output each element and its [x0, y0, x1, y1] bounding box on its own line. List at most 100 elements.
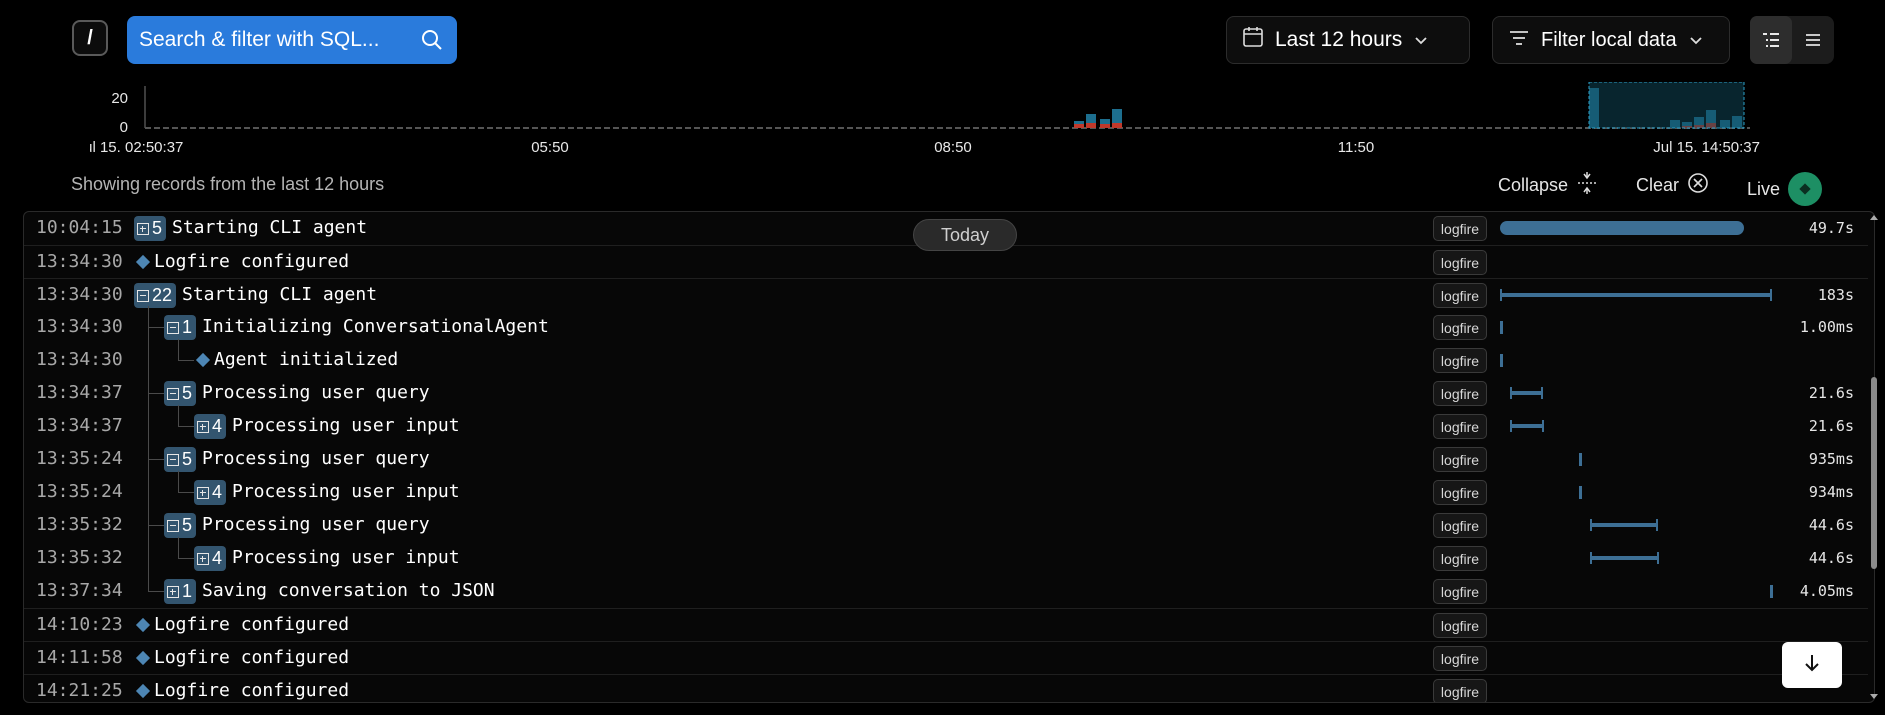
- record-timestamp: 13:34:30: [36, 251, 123, 272]
- expand-badge[interactable]: 5: [164, 447, 197, 472]
- expand-badge[interactable]: 1: [164, 315, 197, 340]
- record-timestamp: 13:34:37: [36, 382, 123, 403]
- record-row[interactable]: 13:35:32 5 Processing user query logfire 44.…: [24, 509, 1868, 542]
- service-tag: logfire: [1433, 414, 1487, 439]
- time-range-select[interactable]: Last 12 hours: [1226, 16, 1470, 64]
- record-duration: 1.00ms: [1799, 318, 1854, 336]
- record-row[interactable]: 13:34:30 22 Starting CLI agent logfire 183s: [24, 278, 1868, 312]
- collapse-button[interactable]: Collapse: [1498, 172, 1598, 199]
- hist-selection[interactable]: [1588, 82, 1745, 129]
- service-tag: logfire: [1433, 348, 1487, 373]
- record-row[interactable]: 13:35:24 5 Processing user query logfire 935…: [24, 443, 1868, 476]
- child-count: 1: [182, 317, 193, 337]
- log-event-icon: [135, 650, 151, 666]
- collapse-icon: [1576, 172, 1598, 199]
- child-count: 1: [182, 581, 193, 601]
- hist-x-tick: 11:50: [1338, 139, 1374, 156]
- expand-icon: [137, 222, 149, 235]
- record-duration: 4.05ms: [1799, 582, 1854, 600]
- record-timestamp: 14:21:25: [36, 680, 123, 701]
- hist-x-tick: 08:50: [934, 139, 972, 156]
- live-toggle[interactable]: Live: [1747, 172, 1823, 206]
- record-message: Processing user query: [202, 514, 430, 535]
- expand-badge[interactable]: 4: [194, 546, 227, 571]
- service-tag: logfire: [1433, 646, 1487, 671]
- record-histogram[interactable]: 20 0 Jul 15. 02:50:37 05:50 08:50 11:50 …: [90, 82, 1850, 162]
- record-timestamp: 13:34:37: [36, 415, 123, 436]
- record-timestamp: 13:34:30: [36, 316, 123, 337]
- close-circle-icon: [1687, 172, 1709, 199]
- record-duration: 935ms: [1808, 450, 1854, 468]
- expand-icon: [167, 585, 179, 598]
- search-placeholder: Search & filter with SQL...: [139, 28, 380, 51]
- record-message: Processing user query: [202, 382, 430, 403]
- child-count: 5: [182, 515, 193, 535]
- span-duration-bar: [1579, 486, 1582, 499]
- hist-bar-error: [1112, 123, 1122, 128]
- chevron-down-icon: [1414, 28, 1428, 52]
- records-range-text: Showing records from the last 12 hours: [71, 174, 385, 194]
- record-row[interactable]: 13:34:30 Agent initialized logfire: [24, 344, 1868, 377]
- record-row[interactable]: 14:10:23 Logfire configured logfire: [24, 608, 1868, 642]
- hist-x-tick: Jul 15. 14:50:37: [1653, 139, 1760, 156]
- list-view-icon[interactable]: [1792, 16, 1834, 64]
- expand-badge[interactable]: 5: [134, 216, 167, 241]
- hist-x-tick: Jul 15. 02:50:37: [90, 139, 183, 156]
- time-range-label: Last 12 hours: [1275, 28, 1403, 51]
- record-duration: 44.6s: [1808, 549, 1854, 567]
- expand-badge[interactable]: 1: [164, 579, 197, 604]
- filter-button[interactable]: Filter local data: [1492, 16, 1730, 64]
- record-message: Processing user input: [232, 547, 460, 568]
- span-duration-bar: [1590, 552, 1659, 564]
- expand-badge[interactable]: 5: [164, 381, 197, 406]
- tree-view-icon[interactable]: [1750, 16, 1792, 64]
- span-duration-bar: [1510, 420, 1544, 432]
- record-duration: 21.6s: [1808, 384, 1854, 402]
- record-duration: 934ms: [1808, 483, 1854, 501]
- search-input[interactable]: Search & filter with SQL...: [127, 16, 457, 64]
- service-tag: logfire: [1433, 283, 1487, 308]
- arrow-down-icon: [1802, 653, 1822, 678]
- live-label: Live: [1747, 178, 1781, 199]
- keyboard-shortcut-button[interactable]: /: [72, 20, 108, 56]
- tree-connector: [178, 360, 194, 361]
- tree-connector: [148, 459, 164, 460]
- record-row[interactable]: 13:34:30 1 Initializing ConversationalAgen…: [24, 311, 1868, 344]
- collapse-icon: [167, 453, 179, 466]
- service-tag: logfire: [1433, 381, 1487, 406]
- search-icon[interactable]: [419, 27, 445, 53]
- clear-button[interactable]: Clear: [1636, 172, 1709, 199]
- child-count: 4: [212, 482, 223, 502]
- today-divider-badge: Today: [913, 219, 1017, 251]
- expand-icon: [197, 486, 209, 499]
- record-row[interactable]: 14:11:58 Logfire configured logfire: [24, 641, 1868, 675]
- log-event-icon: [195, 352, 211, 368]
- expand-badge[interactable]: 4: [194, 414, 227, 439]
- tree-connector: [178, 537, 179, 558]
- scroll-to-bottom-button[interactable]: [1782, 642, 1842, 688]
- record-message: Saving conversation to JSON: [202, 580, 495, 601]
- child-count: 5: [182, 449, 193, 469]
- record-duration: 44.6s: [1808, 516, 1854, 534]
- span-duration-bar: [1590, 519, 1658, 531]
- record-row[interactable]: 13:35:24 4 Processing user input logfire 934…: [24, 476, 1868, 509]
- expand-badge[interactable]: 22: [134, 283, 177, 308]
- record-timestamp: 13:35:32: [36, 514, 123, 535]
- expand-badge[interactable]: 5: [164, 513, 197, 538]
- scrollbar-thumb[interactable]: [1871, 377, 1877, 569]
- collapse-icon: [137, 289, 149, 302]
- record-row[interactable]: 13:35:32 4 Processing user input logfire 44.…: [24, 542, 1868, 575]
- record-row[interactable]: 13:37:34 1 Saving conversation to JSON logf…: [24, 575, 1868, 608]
- expand-badge[interactable]: 4: [194, 480, 227, 505]
- tree-connector: [178, 492, 194, 493]
- service-tag: logfire: [1433, 480, 1487, 505]
- record-row[interactable]: 13:34:37 5 Processing user query logfire 21.…: [24, 377, 1868, 410]
- tree-connector: [178, 339, 179, 360]
- record-row[interactable]: 14:21:25 Logfire configured logfire: [24, 674, 1868, 702]
- tree-connector: [148, 591, 164, 592]
- scrollbar[interactable]: [1868, 212, 1880, 702]
- record-timestamp: 13:35:24: [36, 448, 123, 469]
- record-row[interactable]: 13:34:37 4 Processing user input logfire 21.…: [24, 410, 1868, 443]
- tree-connector: [178, 426, 194, 427]
- span-duration-bar: [1770, 585, 1773, 598]
